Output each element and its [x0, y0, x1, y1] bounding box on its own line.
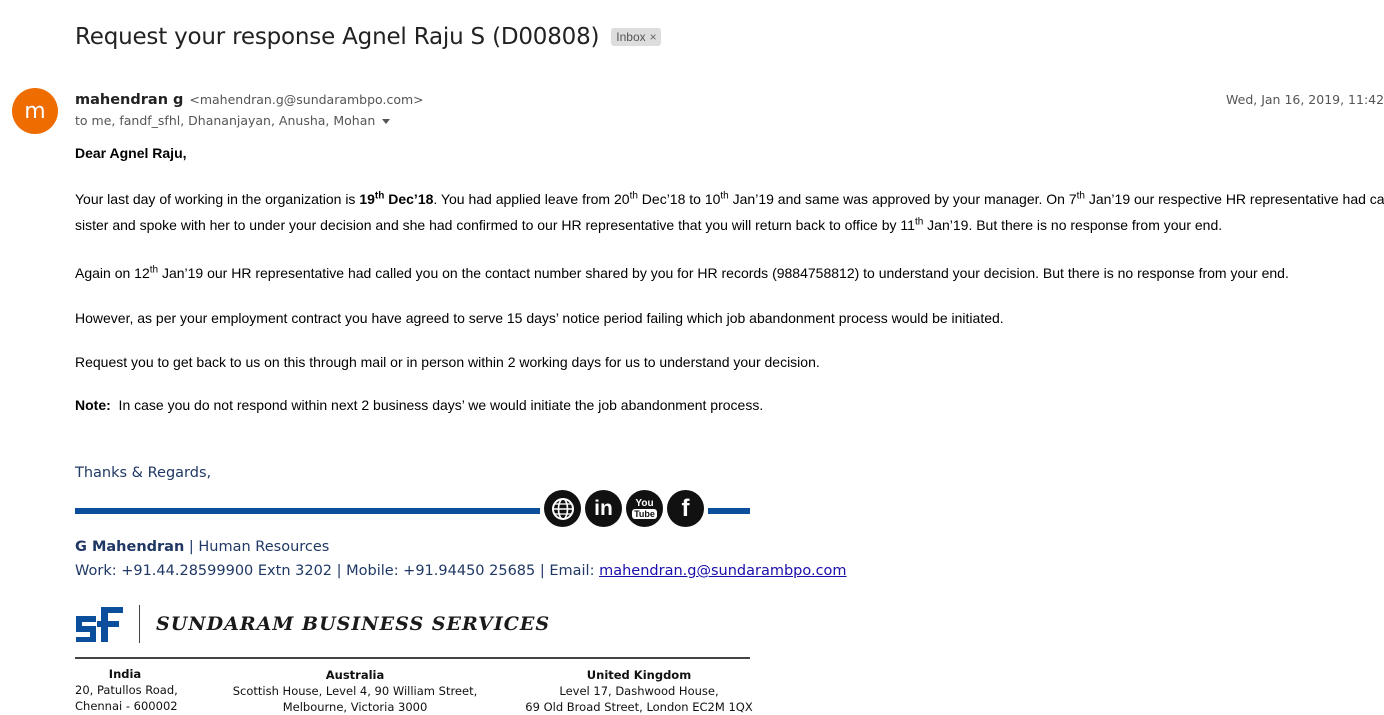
sender-row: mahendran g <mahendran.g@sundarambpo.com… — [75, 91, 424, 108]
greeting: Dear Agnel Raju, — [75, 145, 187, 161]
signature-name: G Mahendran — [75, 539, 185, 555]
subject-row: Request your response Agnel Raju S (D008… — [75, 24, 661, 50]
sender-name[interactable]: mahendran g — [75, 92, 183, 108]
contact-details: Work: +91.44.28599900 Extn 3202 | Mobile… — [75, 563, 600, 579]
globe-icon[interactable] — [544, 490, 581, 527]
chevron-down-icon[interactable] — [382, 119, 391, 124]
signature-thanks: Thanks & Regards, — [75, 465, 212, 481]
signature-separator: | — [184, 539, 199, 555]
company-name: SUNDARAM BUSINESS SERVICES — [156, 613, 551, 635]
paragraph-4: Request you to get back to us on this th… — [75, 354, 820, 370]
linkedin-icon[interactable]: in — [585, 490, 622, 527]
sender-avatar[interactable]: m — [12, 88, 58, 134]
signature-department: Human Resources — [198, 539, 330, 555]
sender-email: <mahendran.g@sundarambpo.com> — [189, 92, 424, 107]
avatar-letter: m — [24, 98, 46, 124]
recipients-list: to me, fandf_sfhl, Dhananjayan, Anusha, … — [75, 113, 376, 128]
facebook-icon[interactable]: f — [667, 490, 704, 527]
youtube-icon[interactable]: You Tube — [626, 490, 663, 527]
note-text: In case you do not respond within next 2… — [110, 397, 764, 413]
logo-divider — [139, 605, 140, 643]
sf-logo-icon — [76, 607, 123, 642]
social-icons: in You Tube f — [540, 490, 708, 527]
email-subject: Request your response Agnel Raju S (D008… — [75, 24, 600, 50]
remove-label-icon[interactable]: × — [650, 30, 657, 44]
company-logo: SUNDARAM BUSINESS SERVICES — [75, 604, 550, 644]
inbox-label-text: Inbox — [616, 30, 646, 44]
paragraph-3: However, as per your employment contract… — [75, 310, 1004, 326]
recipients-row[interactable]: to me, fandf_sfhl, Dhananjayan, Anusha, … — [75, 113, 391, 128]
paragraph-2: Again on 12th Jan’19 our HR representati… — [75, 264, 1289, 281]
signature-contact: Work: +91.44.28599900 Extn 3202 | Mobile… — [75, 563, 847, 579]
signature-name-row: G Mahendran | Human Resources — [75, 539, 329, 555]
inbox-label-badge[interactable]: Inbox × — [611, 28, 661, 46]
paragraph-1-line-2: sister and spoke with her to under your … — [75, 216, 1223, 233]
address-uk: United Kingdom Level 17, Dashwood House,… — [525, 668, 753, 714]
email-date: Wed, Jan 16, 2019, 11:42 AM — [1226, 92, 1384, 107]
note-label: Note: — [75, 397, 111, 413]
address-divider — [75, 657, 750, 659]
signature-email-link[interactable]: mahendran.g@sundarambpo.com — [599, 563, 846, 579]
paragraph-1-line-1: Your last day of working in the organiza… — [75, 190, 1384, 207]
address-australia: Australia Scottish House, Level 4, 90 Wi… — [232, 668, 478, 714]
note-paragraph: Note: In case you do not respond within … — [75, 397, 763, 413]
